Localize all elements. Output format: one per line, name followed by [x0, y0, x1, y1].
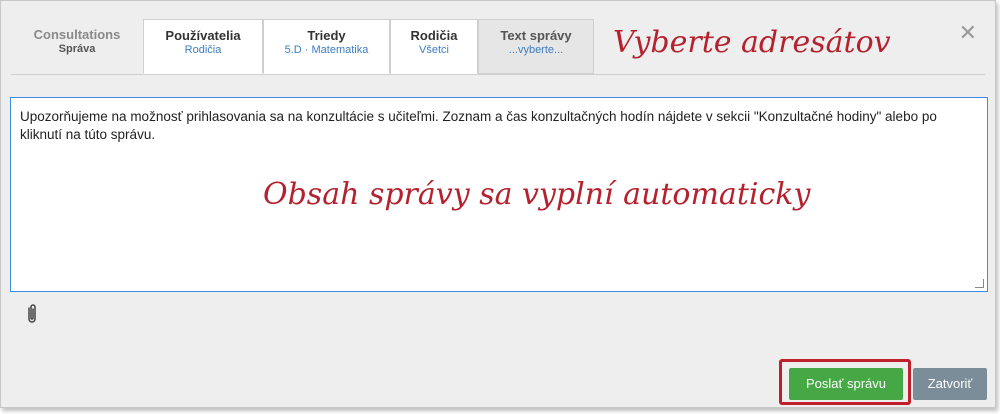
tab-title: Consultations	[33, 27, 121, 42]
tab-consultations: Consultations Správa	[11, 19, 143, 73]
tab-title: Text správy	[500, 28, 572, 43]
close-button[interactable]: Zatvoriť	[913, 368, 987, 400]
tab-parents[interactable]: Rodičia Všetci	[390, 19, 478, 74]
tab-message-text[interactable]: Text správy ...vyberte...	[478, 19, 594, 74]
message-dialog: Consultations Správa Používatelia Rodiči…	[0, 0, 996, 408]
tab-subtitle: Rodičia	[184, 44, 222, 56]
send-message-button[interactable]: Poslať správu	[789, 368, 903, 400]
tab-classes[interactable]: Triedy 5.D · Matematika	[263, 19, 390, 74]
message-text: Upozorňujeme na možnosť prihlasovania sa…	[20, 109, 937, 142]
tab-subtitle: Správa	[58, 43, 96, 55]
tab-users[interactable]: Používatelia Rodičia	[143, 19, 263, 74]
tab-subtitle: 5.D · Matematika	[284, 44, 369, 56]
content-hint: Obsah správy sa vyplní automaticky	[263, 177, 811, 212]
tab-title: Používatelia	[165, 28, 241, 43]
paperclip-icon[interactable]	[25, 303, 39, 325]
recipients-hint: Vyberte adresátov	[613, 25, 891, 60]
tab-title: Rodičia	[410, 28, 458, 43]
tab-subtitle: Všetci	[419, 44, 449, 56]
tab-subtitle: ...vyberte...	[508, 44, 564, 56]
resize-handle-icon[interactable]	[975, 279, 984, 288]
tab-title: Triedy	[307, 28, 346, 43]
close-icon[interactable]: ✕	[959, 23, 977, 45]
